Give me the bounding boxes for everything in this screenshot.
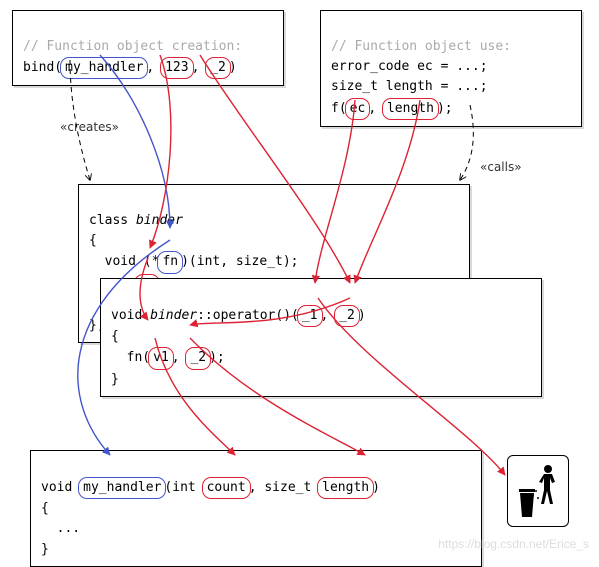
op-param1: _1 [297,305,323,327]
class-name: binder [136,213,183,228]
op-u2: _2 [185,347,211,369]
op-v1: v1 [148,347,174,369]
box-create: // Function object creation: bind(my_han… [12,10,284,86]
bind-prefix: bind( [23,60,62,75]
comment-use: // Function object use: [331,39,511,54]
box-my-handler: void my_handler(int count, size_t length… [30,450,482,567]
watermark: https://blog.csdn.net/Erice_s [438,537,589,551]
comment-create: // Function object creation: [23,39,242,54]
trash-icon [507,455,569,527]
arg-123: 123 [160,57,193,79]
label-calls: «calls» [480,160,522,174]
handler-count: count [202,477,251,499]
use-line1: error_code ec = ...; [331,59,488,74]
use-line2: size_t length = ...; [331,79,488,94]
box-operator: void binder::operator()(_1, _2) { fn(v1,… [100,278,542,397]
arg-ec: ec [345,98,371,120]
arg-placeholder2: _2 [205,57,231,79]
arg-length: length [382,98,439,120]
handler-name: my_handler [78,477,166,499]
box-use: // Function object use: error_code ec = … [320,10,582,127]
op-param2: _2 [334,305,360,327]
handler-length: length [317,477,374,499]
label-creates: «creates» [60,120,119,134]
arg-my-handler: my_handler [60,57,148,79]
member-fn: fn [157,251,183,273]
